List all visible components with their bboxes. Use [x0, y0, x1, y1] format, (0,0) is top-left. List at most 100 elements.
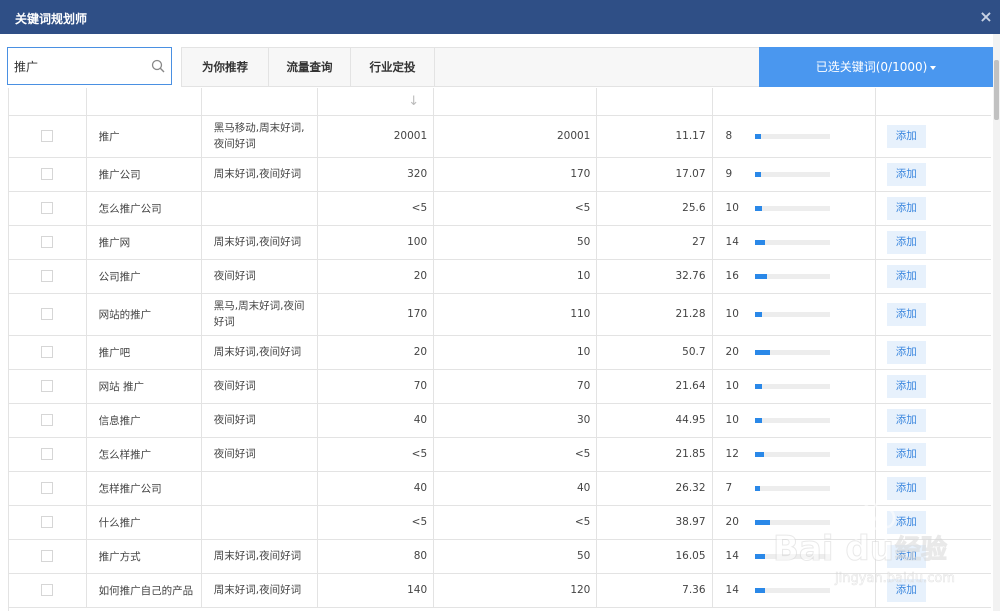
bid-cell: 38.97 [596, 505, 713, 540]
row-checkbox-cell[interactable] [9, 191, 87, 226]
action-cell: 添加 [875, 293, 991, 336]
table-row: 推广吧 周末好词,夜间好词 20 10 50.7 20 添加 [9, 335, 991, 370]
row-checkbox[interactable] [41, 584, 54, 596]
row-checkbox-cell[interactable] [9, 115, 87, 158]
add-keyword-button[interactable]: 添加 [886, 476, 926, 500]
row-checkbox-cell[interactable] [9, 259, 87, 294]
add-keyword-button[interactable]: 添加 [886, 544, 926, 568]
add-keyword-button[interactable]: 添加 [886, 408, 926, 432]
row-checkbox[interactable] [41, 236, 54, 248]
tab-industry[interactable]: 行业定投 [351, 48, 435, 86]
row-checkbox-cell[interactable] [9, 293, 87, 336]
row-checkbox-cell[interactable] [9, 335, 87, 370]
tags-cell: 夜间好词 [201, 369, 318, 404]
action-cell: 添加 [875, 191, 991, 226]
sort-arrow-icon[interactable]: ↓ [318, 94, 427, 109]
header-cell-tags [201, 88, 318, 116]
row-checkbox-cell[interactable] [9, 437, 87, 472]
row-checkbox-cell[interactable] [9, 157, 87, 192]
tags-cell [201, 471, 318, 506]
value1-cell: 20 [317, 259, 435, 294]
value2-cell: <5 [433, 437, 598, 472]
row-checkbox[interactable] [41, 482, 54, 494]
value2-cell: 110 [433, 293, 598, 336]
tab-recommend[interactable]: 为你推荐 [182, 48, 269, 86]
competition-cell: 8 [712, 115, 876, 158]
row-checkbox[interactable] [41, 308, 54, 320]
value2-cell: 10 [433, 259, 598, 294]
tab-traffic-query[interactable]: 流量查询 [269, 48, 351, 86]
row-checkbox-cell[interactable] [9, 505, 87, 540]
competition-number: 20 [725, 346, 739, 358]
value1-cell: 20 [317, 335, 435, 370]
header-cell-value2 [433, 88, 598, 116]
competition-bar-fill [754, 273, 767, 279]
row-checkbox[interactable] [41, 380, 54, 392]
value2-cell: 10 [433, 335, 598, 370]
competition-bar-fill [754, 239, 766, 245]
add-keyword-button[interactable]: 添加 [886, 374, 926, 398]
search-input[interactable] [14, 57, 144, 75]
competition-cell: 14 [712, 225, 876, 260]
add-keyword-button[interactable]: 添加 [886, 196, 926, 220]
add-keyword-button[interactable]: 添加 [886, 162, 926, 186]
competition-cell: 10 [712, 191, 876, 226]
bid-cell: 16.05 [596, 539, 713, 574]
bid-cell: 26.32 [596, 471, 713, 506]
value1-cell: 80 [317, 539, 435, 574]
value2-cell: 170 [433, 157, 598, 192]
row-checkbox-cell[interactable] [9, 539, 87, 574]
add-keyword-button[interactable]: 添加 [886, 302, 926, 326]
header-cell-competition [712, 88, 876, 116]
competition-bar [754, 519, 830, 525]
row-checkbox-cell[interactable] [9, 225, 87, 260]
row-checkbox[interactable] [41, 414, 54, 426]
competition-cell: 10 [712, 403, 876, 438]
competition-bar-fill [754, 451, 764, 457]
selected-keywords-button[interactable]: 已选关键词(0/1000) [759, 47, 993, 87]
tags-cell: 周末好词,夜间好词 [201, 335, 318, 370]
row-checkbox[interactable] [41, 168, 54, 180]
action-cell: 添加 [875, 259, 991, 294]
add-keyword-button[interactable]: 添加 [886, 578, 926, 602]
bid-cell: 44.95 [596, 403, 713, 438]
competition-bar [754, 553, 830, 559]
add-keyword-button[interactable]: 添加 [886, 340, 926, 364]
search-icon[interactable] [150, 58, 166, 74]
add-keyword-button[interactable]: 添加 [886, 264, 926, 288]
row-checkbox-cell[interactable] [9, 471, 87, 506]
tags-cell: 周末好词,夜间好词 [201, 157, 318, 192]
row-checkbox[interactable] [41, 202, 54, 214]
tags-cell: 周末好词,夜间好词 [201, 573, 318, 608]
competition-number: 14 [725, 550, 739, 562]
row-checkbox-cell[interactable] [9, 403, 87, 438]
row-checkbox[interactable] [41, 550, 54, 562]
header-cell-value1[interactable]: ↓ [317, 88, 435, 116]
keyword-cell: 推广公司 [86, 157, 202, 192]
bid-cell: 32.76 [596, 259, 713, 294]
close-icon[interactable]: × [976, 7, 996, 27]
toolbar: 为你推荐 流量查询 行业定投 已选关键词(0/1000) [0, 34, 993, 88]
competition-cell: 14 [712, 539, 876, 574]
row-checkbox[interactable] [41, 516, 54, 528]
table-row: 什么推广 <5 <5 38.97 20 添加 [9, 505, 991, 540]
add-keyword-button[interactable]: 添加 [886, 124, 926, 148]
row-checkbox-cell[interactable] [9, 573, 87, 608]
competition-cell: 9 [712, 157, 876, 192]
add-keyword-button[interactable]: 添加 [886, 510, 926, 534]
row-checkbox-cell[interactable] [9, 369, 87, 404]
keyword-cell: 推广 [86, 115, 202, 158]
add-keyword-button[interactable]: 添加 [886, 442, 926, 466]
row-checkbox[interactable] [41, 130, 54, 142]
action-cell: 添加 [875, 403, 991, 438]
competition-number: 10 [725, 414, 739, 426]
row-checkbox[interactable] [41, 270, 54, 282]
row-checkbox[interactable] [41, 346, 54, 358]
vertical-scrollbar[interactable] [993, 34, 1000, 611]
competition-cell: 10 [712, 369, 876, 404]
scrollbar-thumb[interactable] [994, 60, 999, 120]
search-box[interactable] [7, 47, 172, 85]
add-keyword-button[interactable]: 添加 [886, 230, 926, 254]
row-checkbox[interactable] [41, 448, 54, 460]
value2-cell: <5 [433, 191, 598, 226]
